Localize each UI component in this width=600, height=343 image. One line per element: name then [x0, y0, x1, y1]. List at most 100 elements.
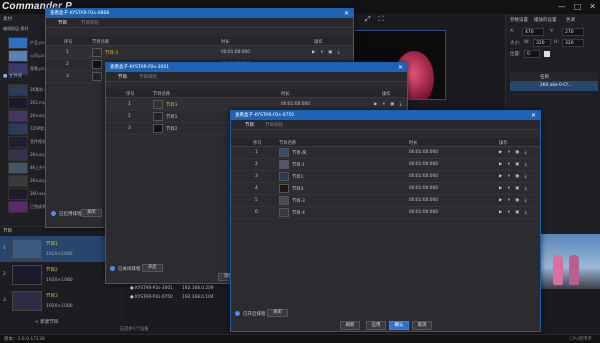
program-item[interactable]: 3 节目3 1920×1080 — [0, 288, 125, 314]
tab-schedule[interactable]: 节目排程 — [265, 122, 283, 128]
output-preview — [535, 234, 600, 289]
y-label: Y: — [550, 29, 554, 34]
table-row[interactable]: 1 节目-风 00:01:00:000 ▶ ⏸ ▣ ⤓ — [231, 147, 540, 159]
asset-thumbnail[interactable] — [8, 175, 28, 187]
row-thumbnail — [279, 148, 289, 157]
table-row[interactable]: 5 节目-3 00:01:00:000 ▶ ⏸ ▣ ⤓ — [231, 195, 540, 207]
row-name: 节目-1 — [292, 163, 305, 168]
tab-color[interactable]: 色调 — [566, 17, 575, 23]
h-input[interactable]: 320 — [562, 39, 584, 47]
asset-thumbnail[interactable] — [8, 37, 28, 49]
confirm-button[interactable]: 确认 — [389, 321, 409, 330]
close-button[interactable]: ✕ — [589, 2, 596, 11]
tab-programs[interactable]: 节目 — [245, 122, 254, 128]
col-index: 序号 — [253, 141, 262, 146]
schedule-radio[interactable] — [51, 211, 56, 216]
dialog-tabs: 节目 节目排程 — [106, 72, 407, 82]
program-resolution: 1920×1080 — [46, 304, 73, 309]
table-row[interactable]: 6 节目-4 00:01:00:000 ▶ ⏸ ▣ ⤓ — [231, 207, 540, 219]
program-name: 节目2 — [46, 268, 58, 273]
row-name: 节目1 — [292, 175, 304, 180]
maximize-button[interactable]: □ — [574, 2, 582, 11]
asset-thumbnail[interactable] — [8, 110, 28, 122]
close-icon[interactable]: ✕ — [398, 63, 403, 72]
col-name: 节目名称 — [153, 92, 171, 97]
refresh-button[interactable]: 刷新 — [340, 321, 360, 330]
asset-thumbnail[interactable] — [8, 201, 28, 213]
table-row[interactable]: 2 节目-1 00:01:00:000 ▶ ⏸ ▣ ⤓ — [231, 159, 540, 171]
row-actions[interactable]: ▶ ⏸ ▣ ⤓ — [499, 174, 529, 179]
row-index: 1 — [66, 50, 69, 55]
row-index: 1 — [128, 102, 131, 107]
schedule-toggle-button[interactable]: 关闭 — [267, 309, 288, 317]
row-name: 节目3 — [166, 103, 178, 108]
asset-thumbnail[interactable] — [8, 97, 28, 109]
device-list-item[interactable]: ● KYSTAR-P2s-3001 192.168.0.209 — [130, 286, 214, 291]
row-actions[interactable]: ▶ ⏸ ▣ ⤓ — [312, 50, 342, 55]
row-actions[interactable]: ▶ ⏸ ▣ ⤓ — [499, 186, 529, 191]
dialog-title-bar: 查看盒子-KYSTAR-P2s-3001 ✕ — [106, 63, 407, 72]
row-actions[interactable]: ▶ ⏸ ▣ ⤓ — [499, 198, 529, 203]
asset-thumbnail[interactable] — [8, 136, 28, 148]
device-dialog-3: 查看盒子-KYSTAR-P2s-0750 ✕ 节目 节目排程 序号 节目名称 时长… — [230, 110, 541, 332]
tab-playback[interactable]: 播放的设置 — [534, 17, 557, 23]
row-index: 3 — [66, 74, 69, 79]
row-actions[interactable]: ▶ ⏸ ▣ ⤓ — [499, 210, 529, 215]
window-controls: — □ ✕ — [558, 2, 596, 11]
asset-thumbnail[interactable] — [8, 84, 28, 96]
schedule-toggle-button[interactable]: 关闭 — [81, 209, 102, 217]
asset-thumbnail[interactable] — [8, 123, 28, 135]
asset-thumbnail[interactable] — [8, 162, 28, 174]
row-thumbnail — [279, 172, 289, 181]
device-radio-icon: ● — [130, 286, 134, 291]
schedule-radio[interactable] — [110, 266, 115, 271]
crop-icon[interactable]: ⤢ — [365, 15, 371, 24]
schedule-toggle-button[interactable]: 开启 — [142, 264, 163, 272]
tab-params[interactable]: 参数设置 — [510, 17, 528, 23]
tab-programs[interactable]: 节目 — [118, 74, 127, 80]
program-index: 3 — [3, 298, 6, 303]
folder-icon: ■ — [3, 74, 8, 79]
asset-thumbnail[interactable] — [8, 188, 28, 200]
dialog-tabs: 节目 节目排程 — [46, 18, 353, 28]
dialog-title-bar: 查看盒子-KYSTAR-P2s-0868 ✕ — [46, 9, 353, 18]
table-row[interactable]: 3 节目1 00:01:00:000 ▶ ⏸ ▣ ⤓ — [231, 171, 540, 183]
layer-list-item[interactable]: 2K0-ake-0-Cf... — [510, 81, 598, 91]
resize-icon[interactable]: ⛶ — [379, 15, 384, 24]
size-label: 大小: — [510, 41, 521, 46]
minimize-button[interactable]: — — [558, 2, 566, 11]
device-list-item[interactable]: ● KYSTAR-P2s-0750 192.168.0.104 — [130, 295, 214, 300]
row-actions[interactable]: ▶ ⏸ ▣ ⤓ — [499, 150, 529, 155]
program-thumbnail — [12, 265, 42, 285]
close-icon[interactable]: ✕ — [344, 9, 349, 18]
w-input[interactable]: 320 — [533, 39, 551, 47]
table-row[interactable]: 4 节目4 00:01:00:000 ▶ ⏸ ▣ ⤓ — [231, 183, 540, 195]
y-input[interactable]: 270 — [562, 28, 584, 36]
table-row[interactable]: 1 节目-3 00:01:00:000 ▶ ⏸ ▣ ⤓ — [46, 47, 353, 59]
selection-count: 已选中1个设备 — [120, 327, 149, 332]
cancel-button[interactable]: 取消 — [412, 321, 432, 330]
folder-item[interactable]: ■ 文件夹 — [3, 73, 22, 79]
preview-figure — [569, 255, 579, 285]
row-thumbnail — [153, 100, 163, 109]
lock-checkbox[interactable] — [544, 51, 550, 57]
tab-schedule[interactable]: 节目排程 — [81, 20, 99, 26]
row-actions[interactable]: ▶ ⏸ ▣ ⤓ — [499, 162, 529, 167]
col-index: 序号 — [64, 40, 73, 45]
asset-thumbnail[interactable] — [8, 149, 28, 161]
apply-button[interactable]: 应用 — [366, 321, 386, 330]
preview-figure — [553, 255, 563, 285]
tab-schedule[interactable]: 节目排程 — [139, 74, 157, 80]
tab-programs[interactable]: 节目 — [58, 20, 67, 26]
schedule-radio[interactable] — [235, 311, 240, 316]
col-name: 节目名称 — [92, 40, 110, 45]
row-duration: 00:01:00:000 — [281, 102, 310, 107]
asset-thumbnail[interactable] — [8, 50, 28, 62]
x-input[interactable]: 470 — [522, 28, 544, 36]
row-duration: 00:01:00:000 — [221, 50, 250, 55]
row-actions[interactable]: ▶ ⏸ ▣ ⤓ — [374, 102, 404, 107]
new-program-button[interactable]: + 新建节目 — [35, 319, 58, 325]
close-icon[interactable]: ✕ — [531, 111, 536, 120]
row-thumbnail — [92, 48, 102, 57]
position-input[interactable]: 0 — [524, 50, 540, 58]
